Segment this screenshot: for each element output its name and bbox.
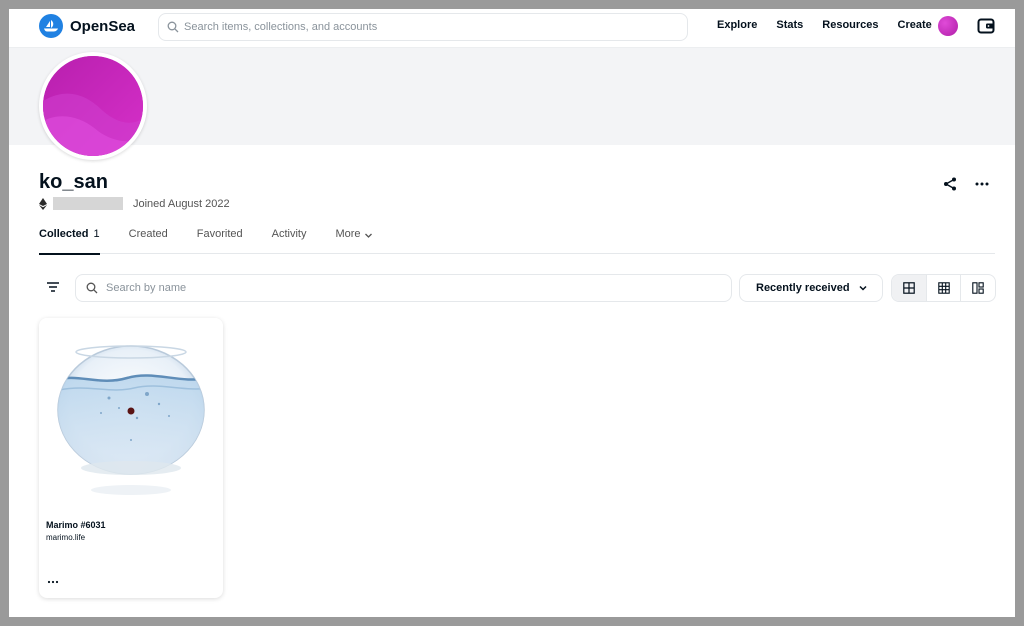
nav-resources[interactable]: Resources <box>822 19 878 31</box>
wallet-address-redacted[interactable] <box>53 197 123 210</box>
ethereum-icon <box>39 197 47 210</box>
item-search-input[interactable] <box>106 282 731 294</box>
brand-name: OpenSea <box>70 17 136 35</box>
tab-favorited[interactable]: Favorited <box>197 228 243 254</box>
small-grid-icon <box>937 282 950 294</box>
sort-dropdown[interactable]: Recently received <box>739 274 883 302</box>
profile-banner <box>9 47 1015 145</box>
nav-explore[interactable]: Explore <box>717 19 757 31</box>
view-mode-toggle <box>891 274 996 302</box>
more-options-icon[interactable] <box>974 177 990 191</box>
nft-collection: marimo.life <box>46 533 86 542</box>
mosaic-icon <box>972 282 984 294</box>
search-icon <box>86 282 98 294</box>
tab-more[interactable]: More <box>335 228 372 254</box>
chevron-down-icon <box>859 285 867 291</box>
tab-activity-label: Activity <box>271 228 307 240</box>
marimo-ball <box>127 407 135 415</box>
share-icon[interactable] <box>943 177 957 191</box>
tab-created[interactable]: Created <box>129 228 168 254</box>
nft-card[interactable]: Marimo #6031 marimo.life <box>39 318 223 598</box>
global-search[interactable] <box>158 13 688 41</box>
tab-favorited-label: Favorited <box>196 228 243 240</box>
profile-avatar <box>39 52 147 160</box>
tab-collected[interactable]: Collected 1 <box>39 228 100 255</box>
nav-stats[interactable]: Stats <box>776 19 803 31</box>
global-search-input[interactable] <box>184 21 687 33</box>
account-avatar[interactable] <box>938 16 958 36</box>
main-nav: Explore Stats Resources Create <box>717 19 932 31</box>
wallet-icon[interactable] <box>977 17 995 35</box>
profile-username: ko_san <box>39 171 108 193</box>
tab-collected-label: Collected <box>39 228 89 240</box>
browser-page: OpenSea Explore Stats Resources Create <box>9 9 1015 617</box>
tab-more-label: More <box>335 228 361 240</box>
item-search[interactable] <box>75 274 732 302</box>
tab-activity[interactable]: Activity <box>272 228 307 254</box>
brand-logo[interactable]: OpenSea <box>39 14 135 38</box>
view-small-grid-button[interactable] <box>927 275 962 301</box>
sort-selected-value: Recently received <box>756 282 850 294</box>
nft-name: Marimo #6031 <box>46 520 106 530</box>
opensea-logo-icon <box>39 14 63 38</box>
top-navigation: OpenSea Explore Stats Resources Create <box>9 9 1015 47</box>
chevron-down-icon <box>364 233 372 238</box>
view-large-grid-button[interactable] <box>892 275 927 301</box>
search-icon <box>167 21 179 33</box>
large-grid-icon <box>903 282 915 294</box>
more-options-icon[interactable] <box>47 580 59 584</box>
tab-collected-count: 1 <box>93 228 100 240</box>
view-mosaic-button[interactable] <box>961 275 995 301</box>
filter-icon[interactable] <box>46 281 60 293</box>
nav-create[interactable]: Create <box>898 19 932 31</box>
tab-created-label: Created <box>128 228 168 240</box>
profile-meta: Joined August 2022 <box>39 197 230 210</box>
nft-image-fishbowl <box>39 318 223 504</box>
joined-date: Joined August 2022 <box>133 197 230 210</box>
profile-tabs: Collected 1 Created Favorited Activity M… <box>39 228 995 255</box>
